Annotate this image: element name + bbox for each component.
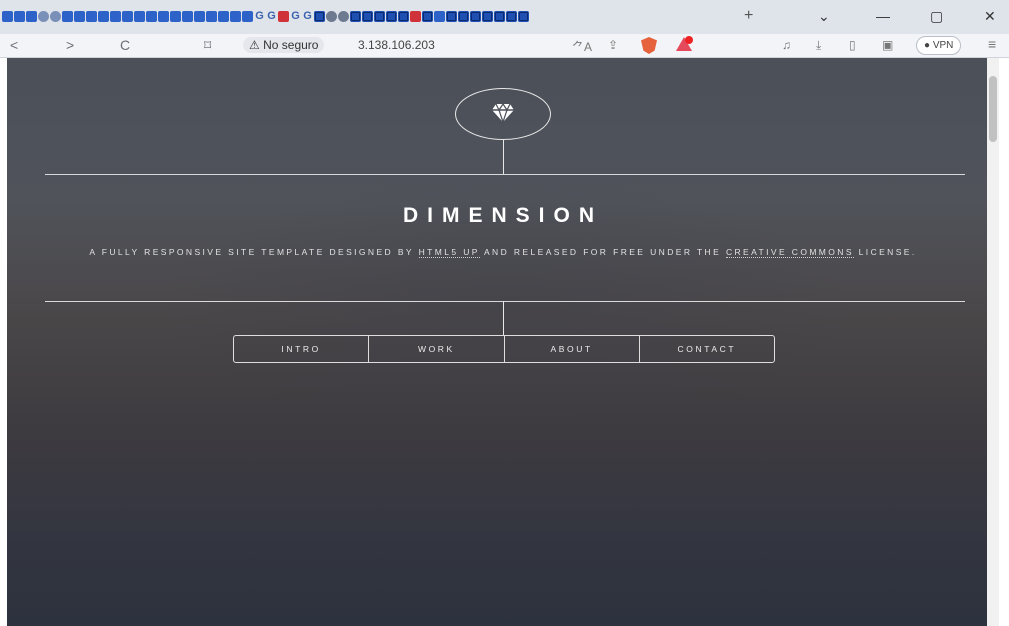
share-icon[interactable]: ⇪ (608, 38, 618, 52)
nav-contact[interactable]: CONTACT (640, 336, 774, 362)
tab-favicon-icon[interactable] (398, 11, 409, 22)
tab-favicon-icon[interactable] (362, 11, 373, 22)
subtitle-text-3: license. (853, 247, 917, 257)
minimize-button[interactable]: — (876, 8, 890, 24)
logo (455, 88, 551, 140)
tab-favicon-icon[interactable] (2, 11, 13, 22)
page-viewport: DIMENSION A fully responsive site templa… (7, 58, 999, 626)
page-title: DIMENSION (402, 204, 603, 227)
tab-favicon-icon[interactable] (122, 11, 133, 22)
tab-favicon-icon[interactable] (230, 11, 241, 22)
tab-favicon-icon[interactable] (86, 11, 97, 22)
tab-favicon-icon[interactable] (38, 11, 49, 22)
tab-favicon-icon[interactable] (410, 11, 421, 22)
nav-work[interactable]: WORK (369, 336, 505, 362)
url-field[interactable]: ⚠ No seguro 3.138.106.203 (233, 37, 733, 55)
tab-favicon-icon[interactable] (194, 11, 205, 22)
tab-favicon-icon[interactable] (434, 11, 445, 22)
tab-favicon-icon[interactable] (278, 11, 289, 22)
tab-favicon-icon[interactable] (386, 11, 397, 22)
tab-favicon-icon[interactable] (494, 11, 505, 22)
security-indicator[interactable]: ⚠ No seguro (243, 37, 325, 53)
tab-favicon-icon[interactable] (314, 11, 325, 22)
tab-favicon-icon[interactable]: G (266, 11, 277, 22)
nav-intro[interactable]: INTRO (234, 336, 370, 362)
vpn-button[interactable]: ● VPN (916, 36, 962, 55)
page-subtitle: A fully responsive site template designe… (67, 244, 939, 260)
tab-favicon-icon[interactable] (518, 11, 529, 22)
tab-favicon-icon[interactable] (62, 11, 73, 22)
download-icon[interactable]: ⤓ (816, 38, 821, 53)
tab-favicon-icon[interactable] (146, 11, 157, 22)
wallet-icon[interactable]: ▣ (882, 38, 893, 52)
tab-favicon-icon[interactable] (326, 11, 337, 22)
sidebar-icon[interactable]: ▯ (849, 38, 856, 52)
tab-favicon-icon[interactable] (458, 11, 469, 22)
menu-icon[interactable]: ≡ (988, 36, 996, 52)
back-button[interactable]: < (10, 37, 18, 53)
scrollbar-thumb[interactable] (989, 76, 997, 142)
tab-favicon-icon[interactable] (98, 11, 109, 22)
tab-favicon-icon[interactable] (206, 11, 217, 22)
address-bar-row: < > C ⌑ ⚠ No seguro 3.138.106.203 ⺈A ⇪ ♫… (0, 34, 1009, 58)
tab-favicon-icon[interactable] (350, 11, 361, 22)
tab-favicon-icon[interactable] (422, 11, 433, 22)
tab-favicon-icon[interactable] (50, 11, 61, 22)
tab-favicon-icon[interactable] (134, 11, 145, 22)
diamond-icon (492, 103, 514, 123)
tabs-row: GGGG (2, 11, 529, 22)
tab-favicon-icon[interactable] (158, 11, 169, 22)
html5up-link[interactable]: HTML5 UP (418, 247, 480, 258)
bookmark-icon[interactable]: ⌑ (204, 37, 211, 54)
main-nav: INTRO WORK ABOUT CONTACT (233, 335, 775, 363)
tab-strip: GGGG + ⌄ — ▢ ✕ (0, 0, 1009, 34)
tab-favicon-icon[interactable]: G (290, 11, 301, 22)
divider-top (45, 174, 965, 175)
notification-badge (685, 36, 693, 44)
tab-favicon-icon[interactable] (14, 11, 25, 22)
divider-bottom (45, 301, 965, 302)
tab-favicon-icon[interactable] (482, 11, 493, 22)
connector-bottom (503, 301, 504, 335)
tab-favicon-icon[interactable] (446, 11, 457, 22)
subtitle-text-1: A fully responsive site template designe… (89, 247, 419, 257)
forward-button[interactable]: > (66, 37, 74, 53)
tab-favicon-icon[interactable] (374, 11, 385, 22)
tab-favicon-icon[interactable]: G (254, 11, 265, 22)
scrollbar[interactable] (987, 58, 999, 626)
music-icon[interactable]: ♫ (782, 38, 791, 52)
new-tab-button[interactable]: + (744, 7, 753, 25)
tab-favicon-icon[interactable] (170, 11, 181, 22)
tab-favicon-icon[interactable] (110, 11, 121, 22)
reload-button[interactable]: C (120, 37, 130, 53)
tab-favicon-icon[interactable] (74, 11, 85, 22)
nav-about[interactable]: ABOUT (505, 336, 640, 362)
tab-favicon-icon[interactable]: G (302, 11, 313, 22)
close-button[interactable]: ✕ (984, 8, 996, 25)
maximize-button[interactable]: ▢ (930, 8, 943, 25)
translate-icon[interactable]: ⺈A (572, 38, 592, 55)
tab-favicon-icon[interactable] (470, 11, 481, 22)
creative-commons-link[interactable]: Creative Commons (725, 247, 854, 258)
tab-favicon-icon[interactable] (218, 11, 229, 22)
url-text[interactable]: 3.138.106.203 (358, 38, 435, 52)
tab-favicon-icon[interactable] (506, 11, 517, 22)
tab-favicon-icon[interactable] (26, 11, 37, 22)
subtitle-text-2: and released for free under the (479, 247, 726, 257)
tab-favicon-icon[interactable] (242, 11, 253, 22)
tab-search-icon[interactable]: ⌄ (818, 8, 830, 25)
connector-top (503, 140, 504, 174)
tab-favicon-icon[interactable] (338, 11, 349, 22)
tab-favicon-icon[interactable] (182, 11, 193, 22)
